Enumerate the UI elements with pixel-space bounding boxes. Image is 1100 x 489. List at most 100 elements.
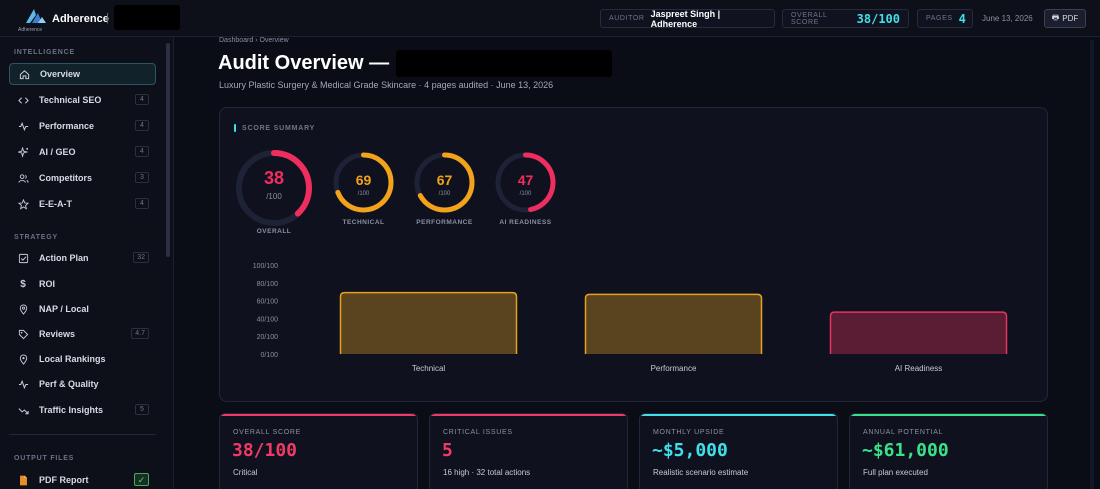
- nav-roi[interactable]: $ ROI: [9, 273, 156, 295]
- nav-label: Overview: [40, 69, 81, 79]
- document-icon: [17, 474, 29, 486]
- bar-performance[interactable]: [584, 293, 763, 354]
- nav-performance[interactable]: Performance 4: [9, 115, 156, 137]
- y-tick-label: 60/100: [257, 299, 279, 306]
- dollar-icon: $: [20, 278, 26, 290]
- redacted-title-name: [396, 50, 612, 77]
- page-subtitle: Luxury Plastic Surgery & Medical Grade S…: [219, 80, 554, 90]
- y-tick-label: 0/100: [260, 352, 278, 359]
- pulse-icon: [17, 378, 29, 390]
- nav-count-badge: 4: [135, 120, 149, 131]
- nav-technical-seo[interactable]: Technical SEO 4: [9, 89, 156, 111]
- location-icon: [17, 353, 29, 365]
- kpi-card-overall-score: OVERALL SCORE 38/100 Critical: [219, 413, 418, 489]
- card-accent: [640, 414, 837, 416]
- users-icon: [17, 172, 29, 184]
- card-accent: [850, 414, 1047, 416]
- x-tick-label: AI Readiness: [895, 364, 943, 373]
- audit-date: June 13, 2026: [982, 14, 1033, 23]
- nav-overview[interactable]: Overview: [9, 63, 156, 85]
- page-title: Audit Overview —: [218, 52, 390, 74]
- nav-pdf-report[interactable]: PDF Report ✓: [9, 469, 156, 489]
- nav-label: Competitors: [39, 173, 93, 183]
- nav-count-badge: 4: [135, 146, 149, 157]
- star-icon: [17, 198, 29, 210]
- pulse-icon: [17, 120, 29, 132]
- nav-count-badge: 3: [135, 172, 149, 183]
- card-value: 38/100: [232, 440, 298, 461]
- card-accent: [220, 414, 417, 416]
- nav-label: Performance: [39, 121, 95, 131]
- bar-ai-readiness[interactable]: [829, 311, 1008, 354]
- score-summary-panel: SCORE SUMMARY 38 /100 OVERALL 69 /100 TE…: [219, 107, 1048, 402]
- card-sub: Full plan executed: [863, 468, 928, 477]
- nav-count-badge: 4: [135, 198, 149, 209]
- nav-label: Perf & Quality: [39, 379, 99, 389]
- nav-label: ROI: [39, 279, 56, 289]
- nav-eeat[interactable]: E-E-A-T 4: [9, 193, 156, 215]
- breadcrumb[interactable]: Dashboard › Overview: [219, 37, 289, 44]
- printer-icon: 🖶: [1051, 12, 1060, 22]
- card-key: MONTHLY UPSIDE: [653, 429, 725, 436]
- kpi-card-annual-potential: ANNUAL POTENTIAL ~$61,000 Full plan exec…: [849, 413, 1048, 489]
- section-label-intelligence: INTELLIGENCE: [14, 49, 75, 56]
- card-key: ANNUAL POTENTIAL: [863, 429, 944, 436]
- logo-wordmark: Adherence: [18, 27, 42, 33]
- nav-label: Traffic Insights: [39, 405, 104, 415]
- trend-icon: [17, 404, 29, 416]
- card-value: 5: [442, 440, 453, 461]
- main-scrollbar[interactable]: [1090, 40, 1094, 489]
- kpi-card-critical-issues: CRITICAL ISSUES 5 16 high · 32 total act…: [429, 413, 628, 489]
- nav-reviews[interactable]: Reviews 4.7: [9, 323, 156, 345]
- nav-label: AI / GEO: [39, 147, 76, 157]
- nav-label: PDF Report: [39, 475, 89, 485]
- sidebar: INTELLIGENCE Overview Technical SEO 4 Pe…: [0, 37, 174, 489]
- top-bar: Adherence Adherence | AUDITOR Jaspreet S…: [0, 0, 1100, 37]
- y-tick-label: 80/100: [257, 281, 279, 288]
- auditor-key: AUDITOR: [609, 15, 645, 22]
- section-label-strategy: STRATEGY: [14, 234, 58, 241]
- adherence-logo[interactable]: Adherence: [14, 5, 54, 33]
- pdf-button-label: PDF: [1062, 14, 1079, 23]
- pages-pill: PAGES 4: [917, 9, 973, 28]
- sparkle-icon: [17, 146, 29, 158]
- card-key: OVERALL SCORE: [233, 429, 301, 436]
- nav-count-badge: 32: [133, 252, 149, 263]
- check-icon: ✓: [134, 473, 149, 486]
- sidebar-scrollbar[interactable]: [166, 43, 170, 257]
- pages-key: PAGES: [926, 15, 953, 22]
- bar-technical[interactable]: [339, 291, 518, 354]
- y-tick-label: 20/100: [257, 334, 279, 341]
- code-icon: [17, 94, 29, 106]
- nav-rating-badge: 4.7: [131, 328, 149, 339]
- nav-label: Action Plan: [39, 253, 89, 263]
- overall-score-value: 38/100: [856, 11, 900, 26]
- nav-label: NAP / Local: [39, 304, 89, 314]
- nav-competitors[interactable]: Competitors 3: [9, 167, 156, 189]
- home-icon: [18, 68, 30, 80]
- nav-label: Technical SEO: [39, 95, 102, 105]
- card-key: CRITICAL ISSUES: [443, 429, 513, 436]
- nav-count-badge: 4: [135, 94, 149, 105]
- card-value: ~$5,000: [652, 440, 728, 461]
- card-sub: Critical: [233, 468, 258, 477]
- section-label-output-files: OUTPUT FILES: [14, 455, 75, 462]
- tag-icon: [17, 328, 29, 340]
- redacted-client-name: [114, 5, 180, 30]
- pdf-button[interactable]: 🖶 PDF: [1044, 9, 1086, 28]
- nav-traffic-insights[interactable]: Traffic Insights 5: [9, 399, 156, 421]
- brand-name: Adherence: [52, 13, 109, 25]
- brand-separator: |: [106, 12, 109, 24]
- nav-count-badge: 5: [135, 404, 149, 415]
- auditor-pill: AUDITOR Jaspreet Singh | Adherence: [600, 9, 775, 29]
- nav-action-plan[interactable]: Action Plan 32: [9, 247, 156, 269]
- nav-label: Reviews: [39, 329, 76, 339]
- x-tick-label: Performance: [651, 364, 697, 373]
- nav-nap-local[interactable]: NAP / Local: [9, 298, 156, 320]
- card-accent: [430, 414, 627, 416]
- nav-perf-quality[interactable]: Perf & Quality: [9, 373, 156, 395]
- nav-label: E-E-A-T: [39, 199, 72, 209]
- nav-local-rankings[interactable]: Local Rankings: [9, 348, 156, 370]
- checklist-icon: [17, 252, 29, 264]
- nav-ai-geo[interactable]: AI / GEO 4: [9, 141, 156, 163]
